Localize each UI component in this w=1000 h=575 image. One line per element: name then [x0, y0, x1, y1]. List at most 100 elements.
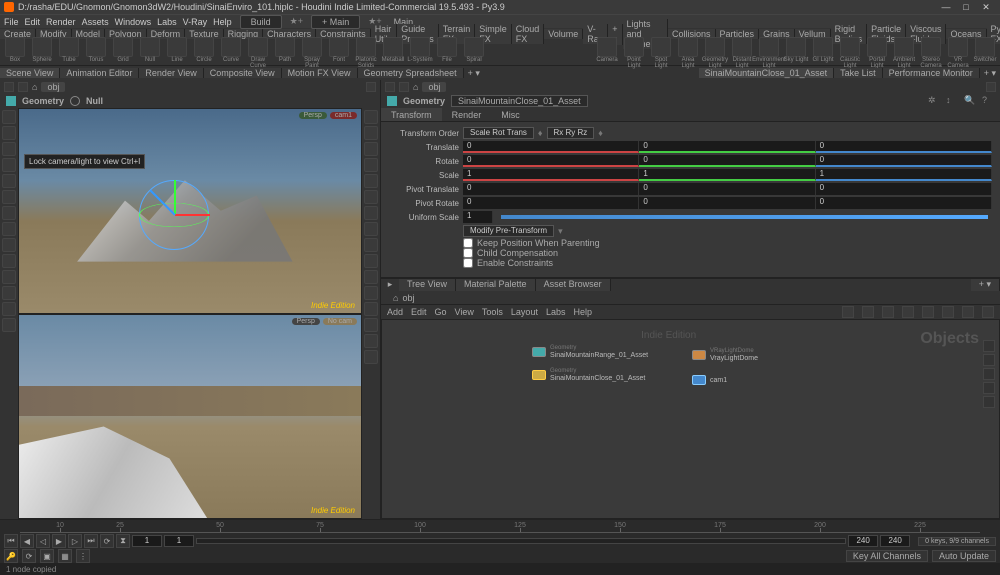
shelf-tool-platonic-solids[interactable]	[356, 37, 376, 57]
shelf-tab[interactable]: Volume	[544, 29, 583, 39]
shelf-tool-tube[interactable]	[59, 37, 79, 57]
shelf-tool-switcher[interactable]	[975, 37, 995, 57]
menu-file[interactable]: File	[4, 17, 19, 27]
net-menu-layout[interactable]: Layout	[511, 307, 538, 317]
pivot-ty[interactable]: 0	[639, 183, 815, 195]
node-cam1[interactable]: cam1	[692, 375, 727, 385]
net-image-icon[interactable]	[983, 382, 995, 394]
scope-all-icon[interactable]: ⋮	[76, 549, 90, 563]
start-frame-input[interactable]: 1	[132, 535, 162, 547]
pivot-ry[interactable]: 0	[639, 197, 815, 209]
snap-icon[interactable]	[2, 190, 16, 204]
current-frame-input[interactable]: 1	[164, 535, 194, 547]
viewport-bottom[interactable]: Persp No cam Indie Edition	[18, 314, 362, 520]
pane-tab[interactable]: Animation Editor	[60, 68, 139, 78]
nav-back-icon[interactable]	[4, 82, 14, 92]
realtime-button[interactable]: ⧗	[116, 534, 130, 548]
shelf-tool-sky-light[interactable]	[786, 37, 806, 57]
nocam-pill[interactable]: No cam	[323, 318, 357, 325]
shelf-tool-curve[interactable]	[221, 37, 241, 57]
net-palette-icon[interactable]	[922, 306, 934, 318]
pane-tab[interactable]: Take List	[834, 68, 883, 78]
node-mountain-range[interactable]: GeometrySinaiMountainRange_01_Asset	[532, 345, 648, 359]
shelf-tool-gi-light[interactable]	[813, 37, 833, 57]
shelf-tool-draw-curve[interactable]	[248, 37, 268, 57]
net-menu-tools[interactable]: Tools	[482, 307, 503, 317]
path-obj-pill-r[interactable]: obj	[422, 82, 446, 92]
pivot-rx[interactable]: 0	[463, 197, 639, 209]
pane-tab[interactable]: Motion FX View	[282, 68, 358, 78]
shelf-tool-path[interactable]	[275, 37, 295, 57]
shelf-tool-metaball[interactable]	[383, 37, 403, 57]
select-tool-icon[interactable]	[2, 110, 16, 124]
shelf-tool-line[interactable]	[167, 37, 187, 57]
pane-tab[interactable]: Geometry Spreadsheet	[358, 68, 464, 78]
points-icon[interactable]	[364, 190, 378, 204]
shelf-tool-font[interactable]	[329, 37, 349, 57]
more-icon[interactable]	[2, 318, 16, 332]
enable-constraints-checkbox[interactable]	[463, 258, 473, 268]
shelf-tool-geometry-light[interactable]	[705, 37, 725, 57]
handle-tool-icon[interactable]	[2, 174, 16, 188]
shelf-tool-distant-light[interactable]	[732, 37, 752, 57]
rotate-order-select[interactable]: Rx Ry Rz	[547, 127, 595, 139]
rotate-x[interactable]: 0	[463, 155, 639, 167]
net-info-icon[interactable]	[882, 306, 894, 318]
pivot-tz[interactable]: 0	[816, 183, 992, 195]
desktop-selector[interactable]: Build	[240, 15, 282, 29]
autokey-icon[interactable]: ⟳	[22, 549, 36, 563]
tab-render[interactable]: Render	[442, 108, 492, 121]
pane-tab[interactable]: Render View	[139, 68, 203, 78]
rotate-y[interactable]: 0	[639, 155, 815, 167]
path-obj-pill[interactable]: obj	[41, 82, 65, 92]
nav-fwd-icon[interactable]	[399, 82, 409, 92]
profile-icon[interactable]	[364, 238, 378, 252]
close-button[interactable]: ✕	[976, 2, 996, 13]
next-frame-button[interactable]: ▷	[68, 534, 82, 548]
view-icon[interactable]	[2, 222, 16, 236]
node-mountain-close[interactable]: GeometrySinaiMountainClose_01_Asset	[532, 368, 645, 382]
scale-x[interactable]: 1	[463, 169, 639, 181]
cam-pill[interactable]: cam1	[330, 112, 357, 119]
shelf-tool-grid[interactable]	[113, 37, 133, 57]
pane-tab-asset[interactable]: SinaiMountainClose_01_Asset	[699, 68, 835, 78]
key-all-button[interactable]: Key All Channels	[846, 550, 928, 562]
shelf-tool-camera[interactable]	[597, 37, 617, 57]
tab-transform[interactable]: Transform	[381, 108, 442, 121]
translate-y[interactable]: 0	[639, 141, 815, 153]
menu-render[interactable]: Render	[46, 17, 76, 27]
net-help-icon[interactable]	[982, 306, 994, 318]
shelf-tool-sphere[interactable]	[32, 37, 52, 57]
viewport-top[interactable]: Persp cam1 Lock camera/light to view Ctr…	[18, 108, 362, 314]
hull-icon[interactable]	[364, 254, 378, 268]
inspect-icon[interactable]	[2, 254, 16, 268]
auto-update-button[interactable]: Auto Update	[932, 550, 996, 562]
shade-icon[interactable]	[364, 158, 378, 172]
gamma-icon[interactable]	[364, 350, 378, 364]
prim-nums-icon[interactable]	[364, 206, 378, 220]
tape-icon[interactable]	[2, 302, 16, 316]
shelf-tool-stereo-camera[interactable]	[921, 37, 941, 57]
persp-pill[interactable]: Persp	[299, 112, 327, 119]
net-sticky-icon[interactable]	[983, 396, 995, 408]
first-frame-button[interactable]: ⏮	[4, 534, 18, 548]
nav-fwd-icon[interactable]	[18, 82, 28, 92]
shelf-tool-caustic-light[interactable]	[840, 37, 860, 57]
pretransform-select[interactable]: Modify Pre-Transform	[463, 225, 554, 237]
shelf-tool-file[interactable]	[437, 37, 457, 57]
scale-y[interactable]: 1	[639, 169, 815, 181]
search-icon[interactable]: 🔍	[964, 95, 976, 107]
net-menu-view[interactable]: View	[455, 307, 474, 317]
shelf-tool-spiral[interactable]	[464, 37, 484, 57]
scale-z[interactable]: 1	[816, 169, 992, 181]
shelf-tool-l-system[interactable]	[410, 37, 430, 57]
xray-icon[interactable]	[364, 302, 378, 316]
scope-anim-icon[interactable]: ▦	[58, 549, 72, 563]
rotate-tool-icon[interactable]	[2, 142, 16, 156]
last-frame-button[interactable]: ⏭	[84, 534, 98, 548]
keep-pos-checkbox[interactable]	[463, 238, 473, 248]
help-icon[interactable]: ?	[982, 95, 994, 107]
pivot-rz[interactable]: 0	[816, 197, 992, 209]
filter-icon[interactable]: ↕	[946, 95, 958, 107]
hq-icon[interactable]	[364, 286, 378, 300]
